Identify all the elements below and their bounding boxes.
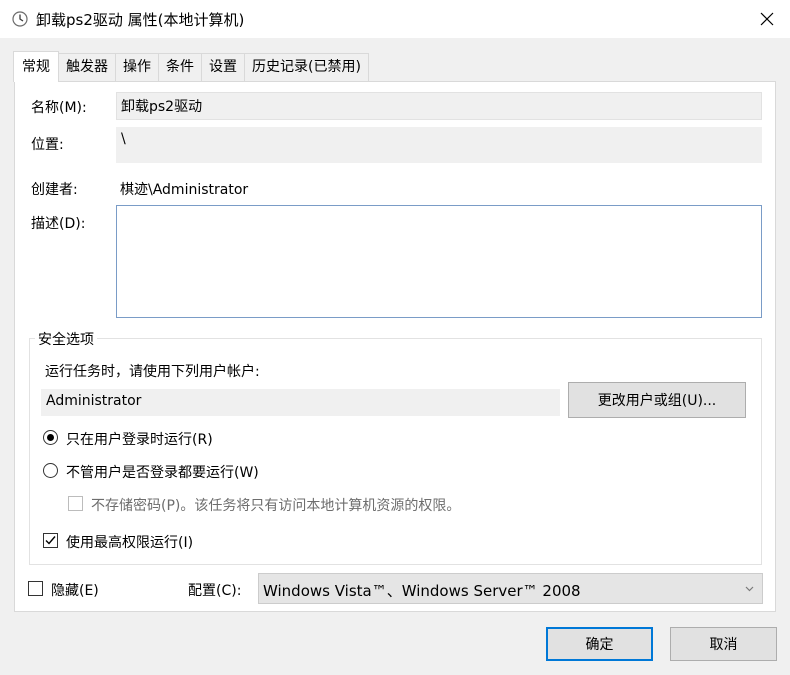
tab-general[interactable]: 常规 <box>13 51 59 82</box>
clock-icon <box>12 11 28 27</box>
description-label: 描述(D): <box>31 216 86 232</box>
tab-strip: 常规 触发器 操作 条件 设置 历史记录(已禁用) <box>13 51 369 82</box>
run-whether-logged-on-label[interactable]: 不管用户是否登录都要运行(W) <box>66 462 259 482</box>
configure-dropdown[interactable]: Windows Vista™、Windows Server™ 2008 <box>258 573 763 604</box>
cancel-button[interactable]: 取消 <box>670 627 777 661</box>
author-label: 创建者: <box>31 182 78 198</box>
checkmark-icon <box>45 536 56 545</box>
run-whether-logged-on-radio[interactable] <box>43 463 58 478</box>
chevron-down-icon <box>745 586 754 592</box>
window-title: 卸载ps2驱动 属性(本地计算机) <box>36 11 245 29</box>
title-bar: 卸载ps2驱动 属性(本地计算机) <box>0 0 790 38</box>
tab-conditions[interactable]: 条件 <box>158 53 202 81</box>
close-button[interactable] <box>744 0 790 38</box>
tab-history[interactable]: 历史记录(已禁用) <box>244 53 369 81</box>
tab-triggers[interactable]: 触发器 <box>58 53 116 81</box>
run-only-logged-on-radio[interactable] <box>43 430 58 445</box>
close-icon <box>760 12 774 26</box>
location-field: \ <box>116 127 762 163</box>
hidden-checkbox[interactable] <box>28 581 43 596</box>
location-label: 位置: <box>31 137 64 153</box>
description-textarea[interactable] <box>116 205 762 318</box>
name-field[interactable]: 卸载ps2驱动 <box>116 92 762 120</box>
tab-settings[interactable]: 设置 <box>201 53 245 81</box>
change-user-button[interactable]: 更改用户或组(U)... <box>568 382 746 418</box>
tab-actions[interactable]: 操作 <box>115 53 159 81</box>
user-account-field: Administrator <box>41 389 560 416</box>
security-options-title: 安全选项 <box>35 329 97 349</box>
hidden-label[interactable]: 隐藏(E) <box>51 580 99 600</box>
highest-privileges-checkbox[interactable] <box>43 533 58 548</box>
author-value: 棋迹\Administrator <box>120 182 249 198</box>
configure-label: 配置(C): <box>188 583 242 599</box>
name-label: 名称(M): <box>31 100 87 116</box>
configure-value: Windows Vista™、Windows Server™ 2008 <box>263 582 581 600</box>
ok-button[interactable]: 确定 <box>546 627 653 661</box>
do-not-store-password-checkbox[interactable] <box>68 496 83 511</box>
run-as-prompt: 运行任务时，请使用下列用户帐户: <box>45 364 260 380</box>
do-not-store-password-label: 不存储密码(P)。该任务将只有访问本地计算机资源的权限。 <box>91 498 461 514</box>
highest-privileges-label[interactable]: 使用最高权限运行(I) <box>66 532 193 552</box>
run-only-logged-on-label[interactable]: 只在用户登录时运行(R) <box>66 429 213 449</box>
